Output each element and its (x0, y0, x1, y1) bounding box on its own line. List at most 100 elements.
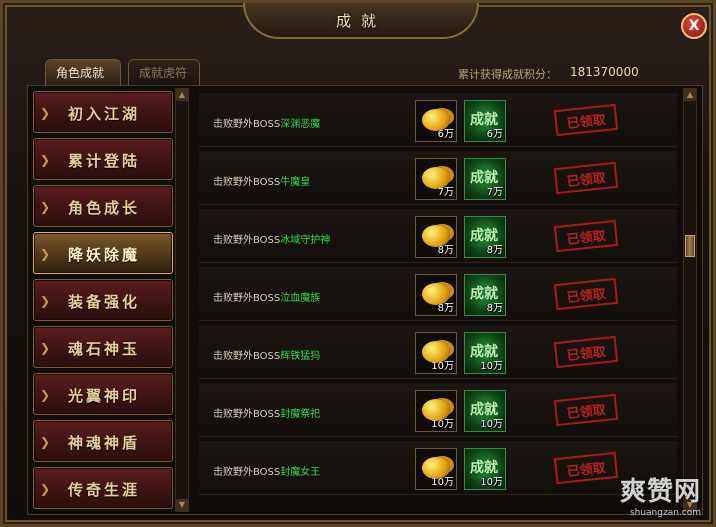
achievement-points-slot[interactable]: 成就 10万 (464, 448, 506, 490)
boss-name: 深渊恶魔 (280, 119, 321, 130)
gold-reward-slot[interactable]: 7万 (415, 158, 457, 200)
scroll-down-button[interactable]: ▼ (176, 499, 188, 511)
achievement-name: 击败野外BOSS辉铁猛犸 (213, 347, 320, 362)
points-quantity: 10万 (480, 419, 503, 430)
sidebar-item-label: 降妖除魔 (68, 246, 141, 264)
tab-label: 成就虎符 (139, 66, 188, 80)
achievement-prefix: 击败野外BOSS (213, 467, 281, 478)
boss-name: 冰域守护神 (280, 235, 331, 246)
boss-name: 封魔女王 (280, 467, 321, 478)
achievement-prefix: 击败野外BOSS (213, 351, 281, 362)
watermark-logo: 爽赞网 (619, 477, 701, 507)
close-button[interactable]: X (681, 13, 707, 39)
claimed-stamp: 已领取 (553, 161, 619, 195)
claimed-stamp: 已领取 (553, 451, 619, 485)
sidebar-item-demon-slaying[interactable]: ❯ 降妖除魔 (33, 232, 173, 274)
gold-reward-slot[interactable]: 8万 (415, 216, 457, 258)
achievement-row: 击败野外BOSS封魔女王 10万 成就 10万 已领取 (199, 441, 677, 495)
achievement-name: 击败野外BOSS封魔祭祀 (213, 405, 320, 420)
total-points-label: 累计获得成就积分： (458, 68, 557, 81)
sidebar-item-equipment[interactable]: ❯ 装备强化 (33, 279, 173, 321)
boss-name: 辉铁猛犸 (280, 351, 321, 362)
reward-quantity: 10万 (431, 361, 454, 372)
sidebar-item-shield[interactable]: ❯ 神魂神盾 (33, 420, 173, 462)
sidebar-scrollbar[interactable]: ▲ ▼ (175, 88, 189, 512)
achievement-name: 击败野外BOSS泣血魔族 (213, 289, 320, 304)
sidebar-item-label: 角色成长 (68, 199, 141, 217)
claimed-stamp: 已领取 (553, 335, 619, 369)
achievement-name: 击败野外BOSS深渊恶魔 (213, 115, 320, 130)
gold-reward-slot[interactable]: 10万 (415, 390, 457, 432)
achievement-prefix: 击败野外BOSS (213, 119, 281, 130)
gold-reward-slot[interactable]: 10万 (415, 448, 457, 490)
reward-quantity: 7万 (437, 187, 454, 198)
boss-name: 泣血魔族 (280, 293, 321, 304)
sidebar-item-label: 魂石神玉 (68, 340, 141, 358)
achievement-points-slot[interactable]: 成就 10万 (464, 390, 506, 432)
points-quantity: 7万 (486, 187, 503, 198)
site-watermark: 爽赞网 shuangzan.com (620, 471, 701, 518)
achievement-name: 击败野外BOSS冰域守护神 (213, 231, 330, 246)
arrow-up-icon: ▲ (686, 90, 694, 99)
achievement-row: 击败野外BOSS牛魔皇 7万 成就 7万 已领取 (199, 151, 677, 205)
achievement-window: 成就 X 角色成就 成就虎符 累计获得成就积分： 181370000 ❯ 初入江… (0, 0, 716, 527)
points-quantity: 8万 (486, 245, 503, 256)
boss-name: 封魔祭祀 (280, 409, 321, 420)
achievement-points-slot[interactable]: 成就 8万 (464, 274, 506, 316)
reward-quantity: 8万 (437, 245, 454, 256)
tab-character-achievements[interactable]: 角色成就 (45, 59, 121, 85)
achievement-points-slot[interactable]: 成就 10万 (464, 332, 506, 374)
sidebar-item-beginner[interactable]: ❯ 初入江湖 (33, 91, 173, 133)
window-title: 成就 (335, 11, 386, 30)
sidebar-item-label: 传奇生涯 (68, 481, 141, 499)
chevron-right-icon: ❯ (39, 341, 51, 355)
reward-quantity: 10万 (431, 419, 454, 430)
achievement-name: 击败野外BOSS封魔女王 (213, 463, 320, 478)
chevron-right-icon: ❯ (39, 153, 51, 167)
claimed-stamp: 已领取 (553, 103, 619, 137)
claimed-stamp: 已领取 (553, 393, 619, 427)
achievement-prefix: 击败野外BOSS (213, 409, 281, 420)
achievement-row: 击败野外BOSS深渊恶魔 6万 成就 6万 已领取 (199, 93, 677, 147)
list-scrollbar[interactable]: ▲ ▼ (683, 88, 697, 512)
total-points-value: 181370000 (570, 65, 639, 79)
chevron-right-icon: ❯ (39, 435, 51, 449)
points-quantity: 10万 (480, 361, 503, 372)
tab-achievement-tally[interactable]: 成就虎符 (128, 59, 200, 85)
sidebar-item-label: 累计登陆 (68, 152, 141, 170)
sidebar-item-legend[interactable]: ❯ 传奇生涯 (33, 467, 173, 509)
chevron-right-icon: ❯ (39, 106, 51, 120)
sidebar-item-label: 光翼神印 (68, 387, 141, 405)
achievement-points-slot[interactable]: 成就 6万 (464, 100, 506, 142)
sidebar-item-wings[interactable]: ❯ 光翼神印 (33, 373, 173, 415)
scroll-up-button[interactable]: ▲ (684, 89, 696, 101)
achievement-prefix: 击败野外BOSS (213, 293, 281, 304)
achievement-row: 击败野外BOSS封魔祭祀 10万 成就 10万 已领取 (199, 383, 677, 437)
chevron-right-icon: ❯ (39, 247, 51, 261)
gold-reward-slot[interactable]: 10万 (415, 332, 457, 374)
watermark-url: shuangzan.com (629, 508, 701, 518)
achievement-prefix: 击败野外BOSS (213, 235, 281, 246)
achievement-points-slot[interactable]: 成就 7万 (464, 158, 506, 200)
scroll-up-button[interactable]: ▲ (176, 89, 188, 101)
gold-reward-slot[interactable]: 6万 (415, 100, 457, 142)
achievement-row: 击败野外BOSS辉铁猛犸 10万 成就 10万 已领取 (199, 325, 677, 379)
reward-quantity: 6万 (437, 129, 454, 140)
gold-reward-slot[interactable]: 8万 (415, 274, 457, 316)
reward-quantity: 10万 (431, 477, 454, 488)
sidebar-item-login[interactable]: ❯ 累计登陆 (33, 138, 173, 180)
chevron-right-icon: ❯ (39, 388, 51, 402)
sidebar-item-growth[interactable]: ❯ 角色成长 (33, 185, 173, 227)
chevron-right-icon: ❯ (39, 200, 51, 214)
sidebar-item-soulstone[interactable]: ❯ 魂石神玉 (33, 326, 173, 368)
points-quantity: 8万 (486, 303, 503, 314)
chevron-right-icon: ❯ (39, 294, 51, 308)
claimed-stamp: 已领取 (553, 277, 619, 311)
achievement-prefix: 击败野外BOSS (213, 177, 281, 188)
scroll-thumb[interactable] (685, 235, 695, 257)
reward-quantity: 8万 (437, 303, 454, 314)
achievement-row: 击败野外BOSS冰域守护神 8万 成就 8万 已领取 (199, 209, 677, 263)
achievement-points-slot[interactable]: 成就 8万 (464, 216, 506, 258)
close-icon: X (688, 18, 700, 34)
sidebar-item-label: 初入江湖 (68, 105, 141, 123)
